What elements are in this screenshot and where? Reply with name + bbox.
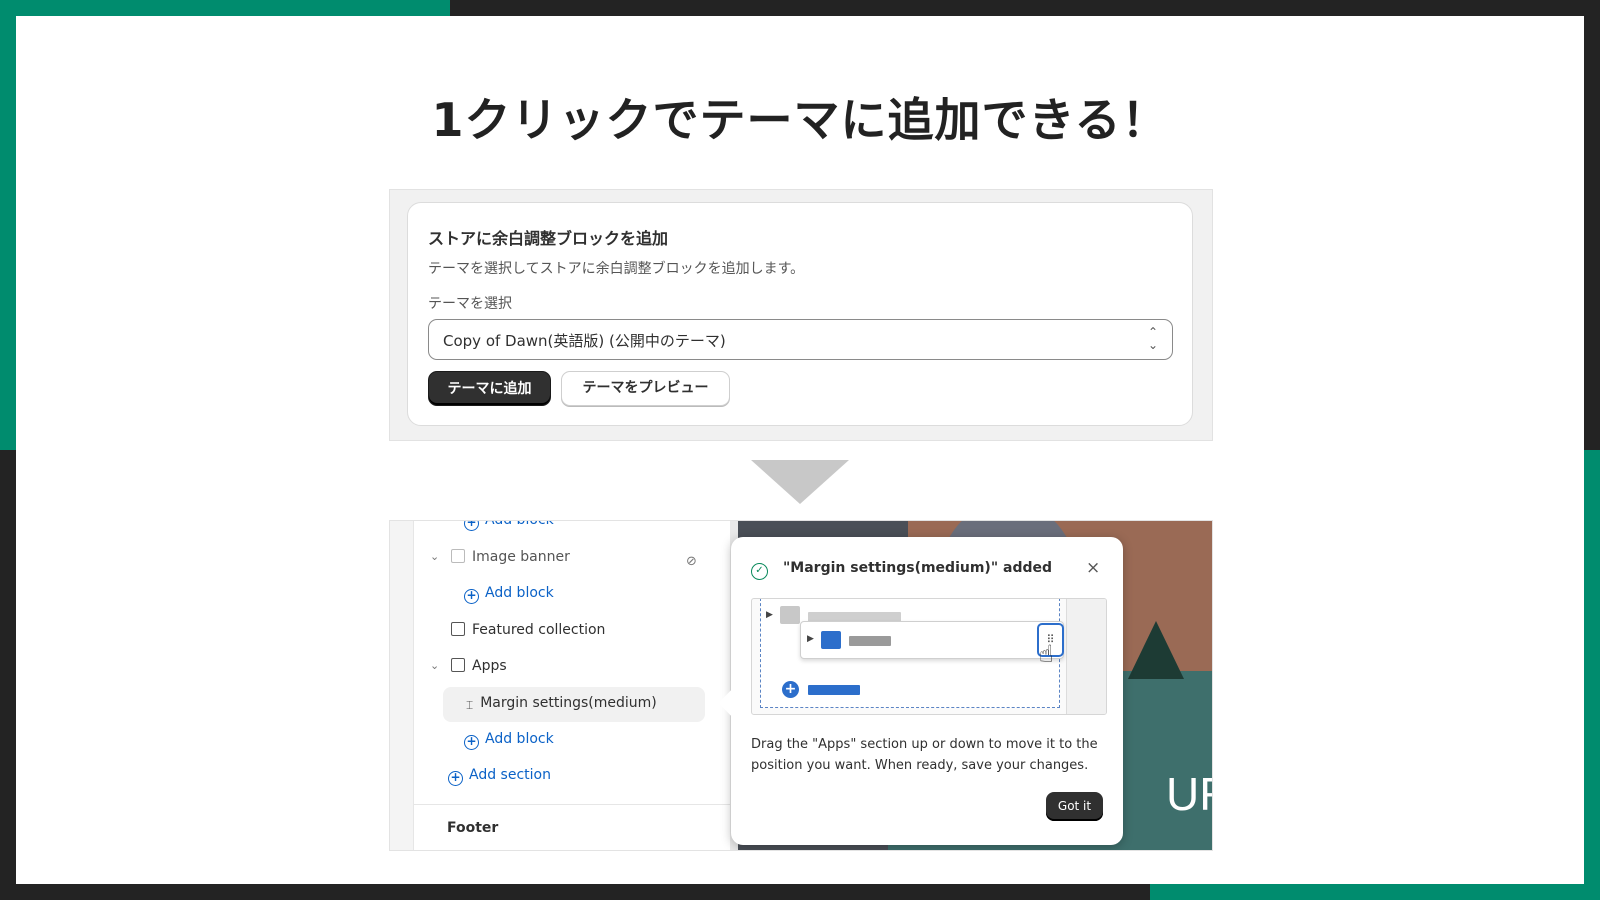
plus-circle-icon: + (464, 735, 479, 750)
plus-circle-icon: + (464, 521, 479, 531)
chevron-down-icon[interactable]: ⌄ (430, 550, 439, 563)
plus-circle-icon: + (464, 589, 479, 604)
got-it-button[interactable]: Got it (1046, 792, 1103, 821)
block-icon: ⌶ (466, 698, 474, 712)
preview-tree (1128, 621, 1184, 679)
add-block-link-2[interactable]: + Add block (464, 731, 554, 750)
chevron-updown-icon: ⌃ ⌄ (1147, 325, 1158, 352)
illustration-gray-square (780, 606, 800, 624)
illustration-gray-bar-2 (849, 636, 891, 646)
sidebar-item-apps[interactable]: Apps (451, 658, 507, 674)
chevron-down-icon[interactable]: ⌄ (430, 659, 439, 672)
sidebar-item-featured-collection[interactable]: Featured collection (451, 622, 605, 638)
add-block-link-1[interactable]: + Add block (464, 585, 554, 604)
card-title: ストアに余白調整ブロックを追加 (428, 229, 669, 248)
add-block-top-link[interactable]: + Add block (464, 521, 554, 531)
popover-title: "Margin settings(medium)" added (783, 560, 1053, 576)
theme-select-label: テーマを選択 (428, 296, 512, 312)
preview-banner-text: UR (1166, 768, 1212, 820)
headline: 1クリックでテーマに追加できる！ (431, 93, 1169, 147)
illustration-chevron-icon: ▶ (766, 610, 773, 620)
illustration-chevron-icon: ▶ (807, 634, 814, 644)
sidebar-item-image-banner[interactable]: Image banner (451, 549, 570, 565)
sidebar-group-footer[interactable]: Footer (447, 820, 498, 836)
section-icon (451, 622, 465, 636)
preview-theme-button[interactable]: テーマをプレビュー (561, 371, 730, 406)
illustration-right-pane (1066, 599, 1106, 714)
illustration-plus-icon: + (782, 681, 799, 698)
editor-sidebar: + Add block ⌄ Image banner ⊘ + Add block F… (390, 521, 730, 850)
theme-select-value: Copy of Dawn(英語版) (公開中のテーマ) (443, 332, 726, 350)
section-icon (451, 658, 465, 672)
add-to-theme-button[interactable]: テーマに追加 (428, 371, 551, 406)
hand-pointer-icon: ☝ (1039, 640, 1054, 668)
card-description: テーマを選択してストアに余白調整ブロックを追加します。 (428, 261, 805, 277)
theme-select[interactable]: Copy of Dawn(英語版) (公開中のテーマ) ⌃ ⌄ (428, 319, 1173, 360)
illustration-dragged-row: ▶ ⠿ (800, 621, 1064, 659)
sidebar-rail (390, 521, 414, 850)
close-icon[interactable]: × (1086, 558, 1100, 578)
down-arrow-icon (751, 460, 849, 504)
drag-illustration: ▶ ▶ ⠿ ☝ + (751, 598, 1107, 715)
plus-circle-icon: + (448, 771, 463, 786)
add-section-link[interactable]: + Add section (448, 767, 551, 786)
eye-slash-icon[interactable]: ⊘ (686, 554, 697, 569)
illustration-blue-square (821, 631, 841, 649)
image-icon (451, 549, 465, 563)
theme-editor-screenshot: + Add block ⌄ Image banner ⊘ + Add block F… (389, 520, 1213, 851)
sidebar-divider (414, 804, 730, 805)
check-circle-icon: ✓ (751, 563, 768, 580)
add-block-card: ストアに余白調整ブロックを追加 テーマを選択してストアに余白調整ブロックを追加し… (407, 202, 1193, 426)
block-added-popover: ✓ "Margin settings(medium)" added × ▶ ▶ … (718, 537, 1123, 845)
popover-body: Drag the "Apps" section up or down to mo… (751, 737, 1098, 773)
illustration-blue-bar (808, 685, 860, 695)
sidebar-item-margin-settings[interactable]: ⌶ Margin settings(medium) (466, 695, 657, 712)
